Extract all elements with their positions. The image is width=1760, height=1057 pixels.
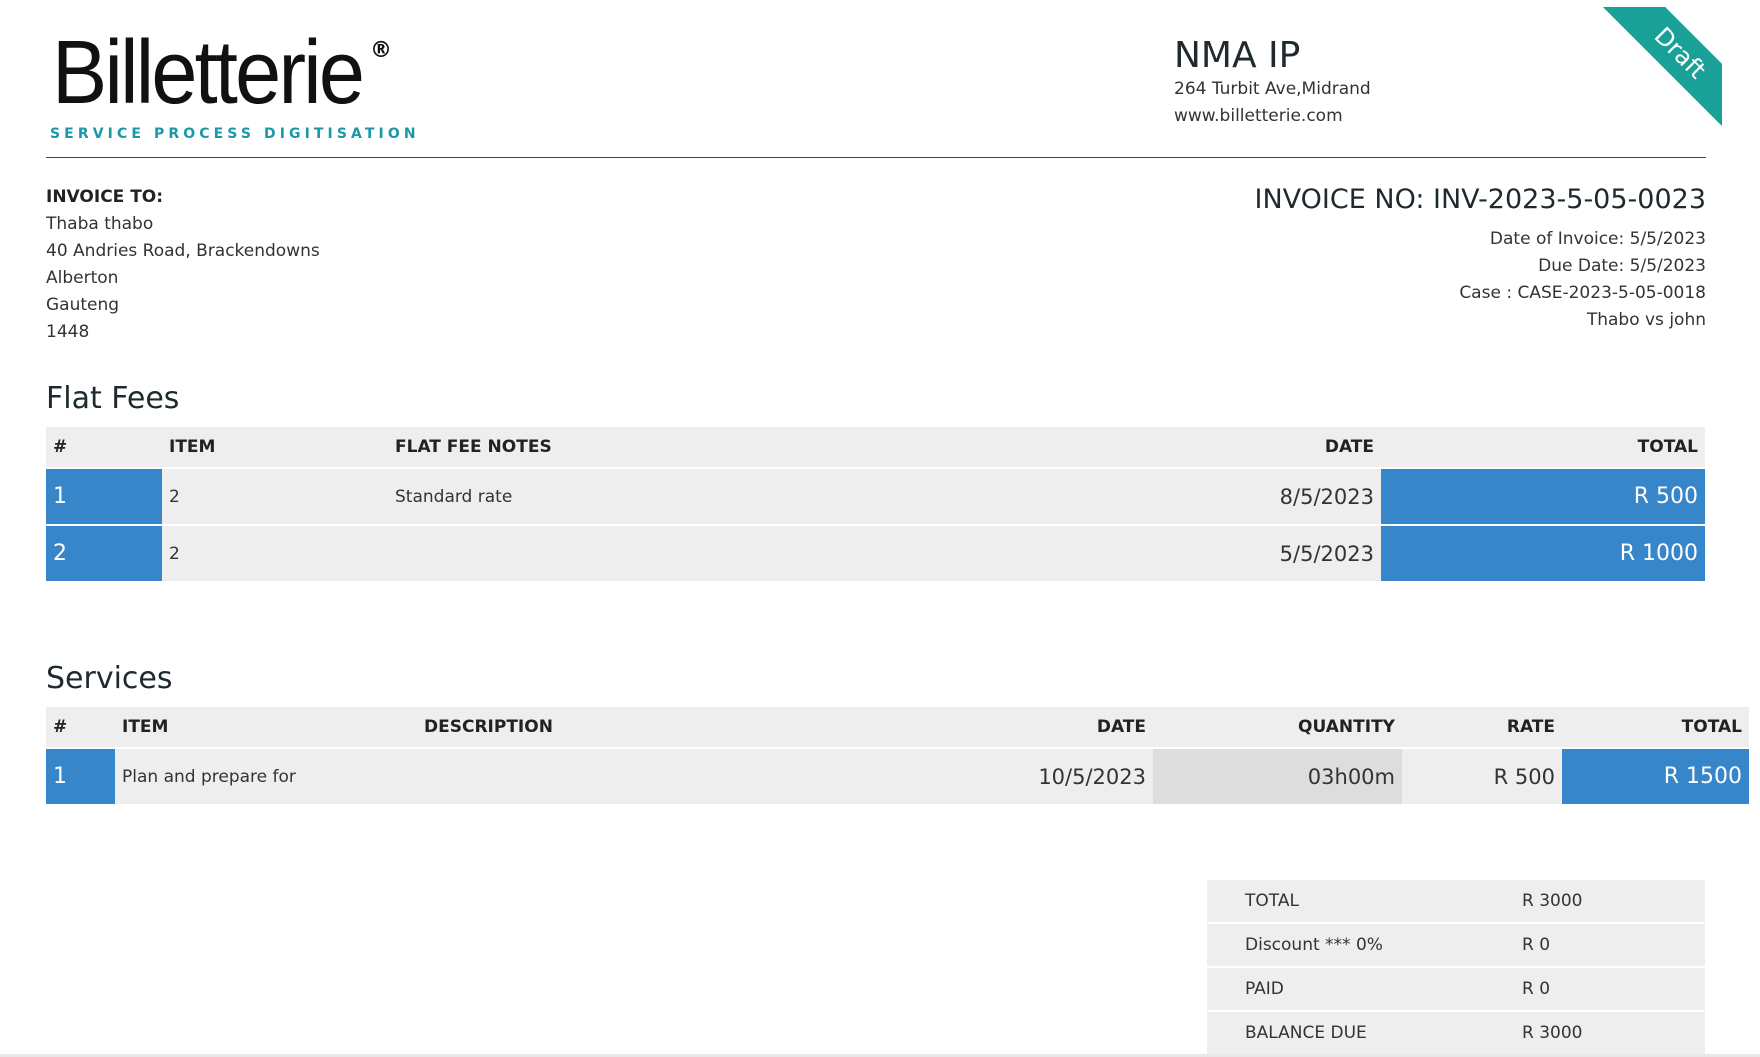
invoice-to-label: INVOICE TO: <box>46 187 164 207</box>
client-street: 40 Andries Road, Brackendowns <box>46 241 320 261</box>
draft-ribbon-label: Draft <box>1600 7 1722 129</box>
column-header-date: DATE <box>1070 427 1381 469</box>
logo-wordmark: Billetterie <box>52 23 365 123</box>
summary-value: R 0 <box>1522 923 1705 968</box>
invoice-meta: INVOICE NO: INV-2023-5-05-0023 Date of I… <box>1255 182 1707 334</box>
logo-tagline: SERVICE PROCESS DIGITISATION <box>50 126 420 142</box>
company-logo: Billetterie ® SERVICE PROCESS DIGITISATI… <box>50 23 416 142</box>
draft-ribbon: Draft <box>1600 7 1722 129</box>
table-row: 1 2 Standard rate 8/5/2023 R 500 <box>46 468 1705 526</box>
row-number: 1 <box>46 468 162 526</box>
summary-value: R 3000 <box>1522 880 1705 924</box>
column-header-total: TOTAL <box>1381 427 1705 469</box>
company-name: NMA IP <box>1174 35 1301 76</box>
services-table: # ITEM DESCRIPTION DATE QUANTITY RATE TO… <box>46 707 1749 806</box>
column-header-quantity: QUANTITY <box>1153 707 1402 749</box>
services-heading: Services <box>46 661 173 696</box>
column-header-date: DATE <box>675 707 1153 749</box>
invoice-date: Date of Invoice: 5/5/2023 <box>1489 229 1706 249</box>
row-total: R 1500 <box>1562 748 1749 806</box>
row-total: R 500 <box>1381 468 1705 526</box>
summary-label: Discount *** 0% <box>1207 923 1522 968</box>
summary-row-discount: Discount *** 0% R 0 <box>1207 923 1705 968</box>
row-item: 2 <box>162 525 388 583</box>
client-name: Thaba thabo <box>46 214 154 234</box>
client-province: Gauteng <box>46 295 120 315</box>
summary-value: R 3000 <box>1522 1011 1705 1056</box>
column-header-item: ITEM <box>162 427 388 469</box>
summary-row-total: TOTAL R 3000 <box>1207 880 1705 924</box>
row-number: 1 <box>46 748 115 806</box>
client-city: Alberton <box>46 268 119 288</box>
summary-value: R 0 <box>1522 967 1705 1012</box>
row-notes <box>388 525 1070 583</box>
company-info: NMA IP 264 Turbit Ave,Midrand www.billet… <box>1174 36 1371 130</box>
column-header-notes: FLAT FEE NOTES <box>388 427 1070 469</box>
row-notes: Standard rate <box>388 468 1070 526</box>
case-title: Thabo vs john <box>1586 310 1706 330</box>
invoice-to-block: INVOICE TO: Thaba thabo 40 Andries Road,… <box>46 184 320 346</box>
summary-row-balance-due: BALANCE DUE R 3000 <box>1207 1011 1705 1056</box>
table-row: 2 2 5/5/2023 R 1000 <box>46 525 1705 583</box>
column-header-number: # <box>46 707 115 749</box>
summary-table: TOTAL R 3000 Discount *** 0% R 0 PAID R … <box>1207 880 1705 1056</box>
header-divider <box>46 157 1706 158</box>
due-date: Due Date: 5/5/2023 <box>1538 256 1706 276</box>
summary-label: PAID <box>1207 967 1522 1012</box>
column-header-rate: RATE <box>1402 707 1562 749</box>
row-date: 10/5/2023 <box>675 748 1153 806</box>
row-total: R 1000 <box>1381 525 1705 583</box>
flat-fees-table: # ITEM FLAT FEE NOTES DATE TOTAL 1 2 Sta… <box>46 427 1705 583</box>
row-date: 8/5/2023 <box>1070 468 1381 526</box>
column-header-number: # <box>46 427 162 469</box>
table-header-row: # ITEM DESCRIPTION DATE QUANTITY RATE TO… <box>46 707 1749 749</box>
case-number: Case : CASE-2023-5-05-0018 <box>1459 283 1706 303</box>
registered-mark: ® <box>370 38 392 63</box>
row-item: 2 <box>162 468 388 526</box>
table-header-row: # ITEM FLAT FEE NOTES DATE TOTAL <box>46 427 1705 469</box>
column-header-total: TOTAL <box>1562 707 1749 749</box>
summary-label: TOTAL <box>1207 880 1522 924</box>
flat-fees-heading: Flat Fees <box>46 381 180 416</box>
row-date: 5/5/2023 <box>1070 525 1381 583</box>
column-header-description: DESCRIPTION <box>417 707 675 749</box>
client-postal-code: 1448 <box>46 322 90 342</box>
company-website: www.billetterie.com <box>1174 105 1343 126</box>
row-description <box>417 748 675 806</box>
summary-label: BALANCE DUE <box>1207 1011 1522 1056</box>
column-header-item: ITEM <box>115 707 417 749</box>
invoice-number: INVOICE NO: INV-2023-5-05-0023 <box>1254 184 1707 215</box>
table-row: 1 Plan and prepare for 10/5/2023 03h00m … <box>46 748 1749 806</box>
row-quantity: 03h00m <box>1153 748 1402 806</box>
invoice-page: Billetterie ® SERVICE PROCESS DIGITISATI… <box>0 0 1760 1057</box>
company-address: 264 Turbit Ave,Midrand <box>1174 78 1371 99</box>
row-item: Plan and prepare for <box>115 748 417 806</box>
row-rate: R 500 <box>1402 748 1562 806</box>
row-number: 2 <box>46 525 162 583</box>
summary-row-paid: PAID R 0 <box>1207 967 1705 1012</box>
